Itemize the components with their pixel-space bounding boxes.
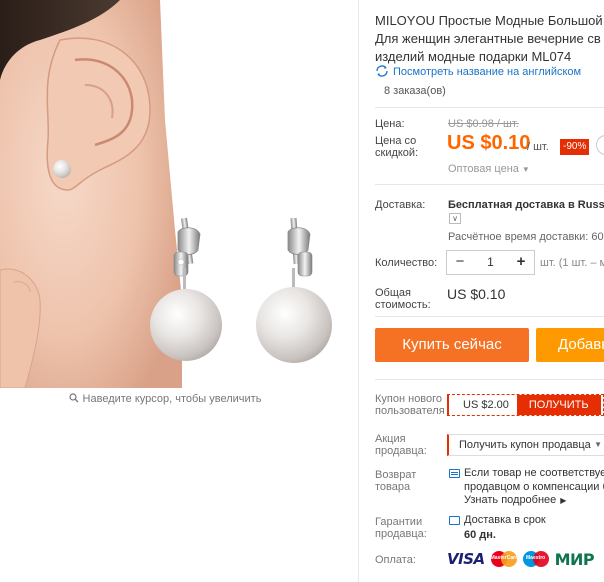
translate-link[interactable]: Посмотреть название на английском [375, 65, 581, 78]
wholesale-price-text: Оптовая цена [448, 163, 519, 175]
discount-badge: -90% [560, 139, 590, 155]
magnifier-icon [68, 393, 79, 406]
zoom-hint: Наведите курсор, чтобы увеличить [0, 393, 330, 406]
returns-label-line2: товара [375, 481, 411, 493]
product-main-image[interactable] [0, 0, 358, 388]
buy-now-button[interactable]: Купить сейчас [375, 328, 529, 362]
seller-promo-label: Акция продавца: [375, 433, 427, 457]
total-label-line2: стоимость: [375, 299, 431, 311]
payment-label: Оплата: [375, 554, 416, 566]
new-user-coupon-label-line2: пользователя [375, 405, 445, 417]
guarantee-label-line1: Гарантии [375, 516, 423, 528]
maestro-logo: Maestro [522, 551, 549, 567]
earring-photo [0, 0, 332, 388]
delivery-time: Расчётное время доставки: 60 д [448, 231, 604, 243]
mir-logo: МИР [554, 549, 595, 569]
returns-label: Возврат товара [375, 469, 416, 493]
title-line-1: MILOYOU Простые Модные Большой I [375, 13, 604, 28]
returns-label-line1: Возврат [375, 469, 417, 481]
learn-more-text: Узнать подробнее [464, 494, 557, 506]
seller-promo-label-line2: продавца: [375, 445, 427, 457]
shipping-label: Доставка: [375, 199, 426, 211]
on-time-delivery-icon [449, 516, 460, 525]
return-policy-line1: Если товар не соответствует [464, 467, 604, 479]
return-policy-text: Если товар не соответствует продавцом о … [464, 466, 604, 494]
translate-icon [375, 65, 389, 77]
discount-price-label-line2: скидкой: [375, 147, 419, 159]
add-to-cart-button[interactable]: Добавь [536, 328, 604, 362]
payment-methods: VISA MasterCard Maestro МИР [447, 548, 595, 570]
divider [375, 107, 604, 108]
maestro-logo-text: Maestro [526, 555, 546, 561]
chevron-down-icon: ▼ [521, 165, 530, 174]
discount-price-label: Цена со скидкой: [375, 135, 418, 159]
divider [375, 184, 604, 185]
zoom-hint-text: Наведите курсор, чтобы увеличить [82, 393, 262, 405]
seller-coupon-text: Получить купон продавца [459, 439, 591, 451]
chevron-down-icon: ▼ [594, 440, 602, 449]
panel-divider [358, 0, 359, 582]
product-title: MILOYOU Простые Модные Большой I Для жен… [375, 12, 604, 66]
original-price: US $0.98 / шт. [448, 118, 519, 130]
mastercard-logo-text: MasterCard [490, 555, 519, 561]
title-line-2: Для женщин элегантные вечерние св [375, 31, 601, 46]
guarantee-label-line2: продавца: [375, 528, 427, 540]
guarantee-label: Гарантии продавца: [375, 516, 427, 540]
discount-price-label-line1: Цена со [375, 135, 417, 147]
total-label: Общая стоимость: [375, 287, 431, 311]
seller-coupon-dropdown[interactable]: Получить купон продавца ▼ [447, 434, 604, 456]
visa-logo: VISA [447, 550, 485, 568]
total-price: US $0.10 [447, 286, 506, 302]
get-coupon-button[interactable]: ПОЛУЧИТЬ [516, 395, 601, 415]
total-label-line1: Общая [375, 287, 411, 299]
price-label: Цена: [375, 118, 405, 130]
return-policy-line2: продавцом о компенсации б [464, 481, 604, 493]
quantity-decrease-button[interactable]: − [449, 251, 471, 274]
new-user-coupon-label: Купон нового пользователя [375, 393, 445, 417]
return-policy-icon [449, 469, 460, 478]
earring-right [256, 217, 332, 363]
new-user-coupon: US $2.00 ПОЛУЧИТЬ [447, 394, 604, 416]
seller-promo-label-line1: Акция [375, 433, 406, 445]
discount-price: US $0.10 [447, 132, 531, 154]
quantity-note: шт. (1 шт. – м [540, 257, 604, 269]
quantity-label: Количество: [375, 257, 438, 269]
shipping-method[interactable]: Бесплатная доставка в Russian [448, 199, 604, 211]
quantity-stepper: − 1 + [446, 250, 535, 275]
wholesale-price-toggle[interactable]: Оптовая цена ▼ [448, 163, 530, 175]
price-unit: / шт. [527, 141, 549, 153]
divider [375, 316, 604, 317]
caret-right-icon: ▶ [560, 496, 567, 505]
quantity-input[interactable]: 1 [473, 251, 508, 274]
quantity-increase-button[interactable]: + [510, 251, 532, 274]
guarantee-days: 60 дн. [464, 529, 496, 541]
divider [375, 379, 604, 380]
product-info-panel: MILOYOU Простые Модные Большой I Для жен… [360, 0, 604, 582]
learn-more-link[interactable]: Узнать подробнее ▶ [464, 494, 566, 506]
shipping-dropdown-icon[interactable]: ∨ [449, 213, 461, 224]
product-gallery: Наведите курсор, чтобы увеличить [0, 0, 358, 582]
new-user-coupon-label-line1: Купон нового [375, 393, 443, 405]
translate-link-text: Посмотреть название на английском [393, 66, 582, 78]
orders-count: 8 заказа(ов) [384, 85, 446, 97]
price-info-button[interactable] [596, 135, 604, 155]
on-time-delivery-text: Доставка в срок [464, 514, 546, 526]
mastercard-logo: MasterCard [490, 551, 518, 567]
coupon-amount: US $2.00 [463, 399, 509, 411]
title-line-3: изделий модные подарки ML074 [375, 49, 572, 64]
